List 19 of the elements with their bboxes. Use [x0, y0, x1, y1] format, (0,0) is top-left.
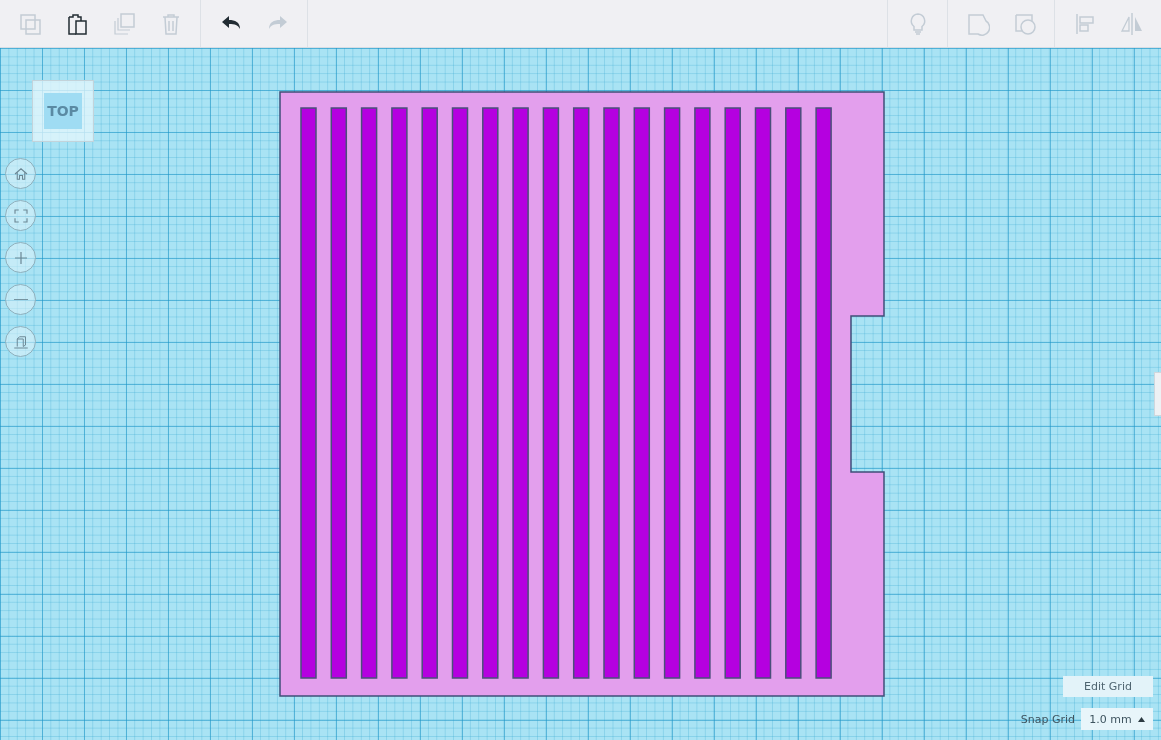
plus-button[interactable] — [5, 242, 36, 273]
minus-icon — [13, 298, 28, 301]
mirror-icon — [1119, 11, 1144, 36]
grille-plate-drawing[interactable] — [279, 91, 886, 697]
side-panel-tab[interactable] — [1154, 372, 1161, 416]
edit-grid-button[interactable]: Edit Grid — [1063, 676, 1153, 697]
minus-button[interactable] — [5, 284, 36, 315]
caret-icon — [1137, 716, 1145, 722]
snap-grid-label: Snap Grid — [1020, 712, 1075, 726]
hole-icon — [1012, 11, 1037, 36]
fit-view-button[interactable] — [5, 200, 36, 231]
shape-icon — [965, 11, 990, 36]
workplane-grid[interactable]: TOP Edit Grid Snap Grid 1.0 mm — [0, 48, 1161, 740]
cube-button[interactable] — [5, 326, 36, 357]
duplicate-icon — [111, 11, 136, 36]
copy-icon — [17, 11, 42, 36]
snap-grid-dropdown[interactable]: 1.0 mm — [1081, 708, 1153, 730]
home-button[interactable] — [5, 158, 36, 189]
fit-view-icon — [11, 206, 30, 225]
